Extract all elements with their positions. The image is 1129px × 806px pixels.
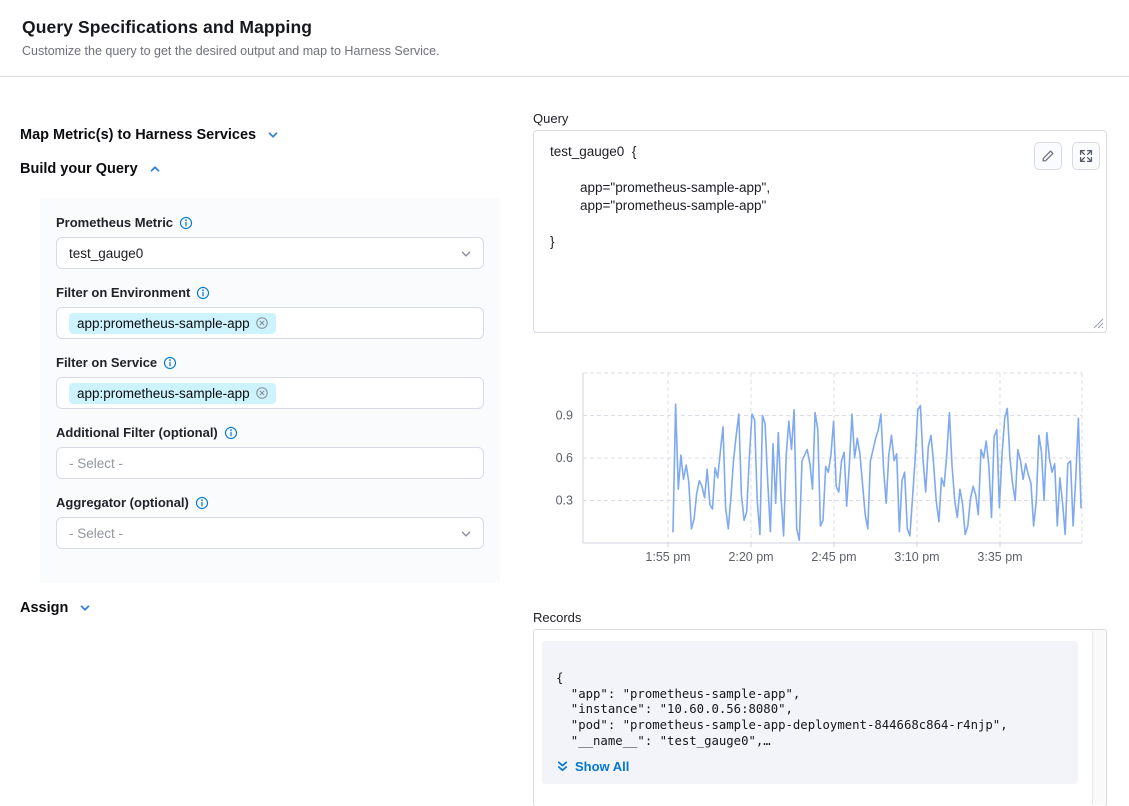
svg-text:1:55 pm: 1:55 pm xyxy=(645,550,690,564)
prometheus-metric-select[interactable]: test_gauge0 xyxy=(56,237,484,269)
show-all-label: Show All xyxy=(575,759,629,774)
section-assign-label: Assign xyxy=(20,600,68,616)
page-title: Query Specifications and Mapping xyxy=(22,17,1107,38)
chevron-down-icon xyxy=(459,527,473,541)
filter-environment-label: Filter on Environment xyxy=(56,285,190,300)
chevron-down-icon xyxy=(266,128,280,142)
record-item: { "app": "prometheus-sample-app", "insta… xyxy=(542,641,1078,784)
double-chevron-down-icon xyxy=(556,760,569,773)
aggregator-select[interactable]: - Select - xyxy=(56,517,484,549)
records-scrollbar[interactable] xyxy=(1092,631,1105,805)
section-build-query-label: Build your Query xyxy=(20,161,138,177)
info-icon[interactable] xyxy=(179,216,193,230)
query-text[interactable]: test_gauge0 { app="prometheus-sample-app… xyxy=(550,143,1036,318)
query-label: Query xyxy=(533,111,568,126)
records-label: Records xyxy=(533,610,581,625)
svg-text:2:20 pm: 2:20 pm xyxy=(728,550,773,564)
section-map-metrics-label: Map Metric(s) to Harness Services xyxy=(20,127,256,143)
info-icon[interactable] xyxy=(163,356,177,370)
fullscreen-icon xyxy=(1078,148,1094,164)
info-icon[interactable] xyxy=(224,426,238,440)
aggregator-label: Aggregator (optional) xyxy=(56,495,189,510)
filter-environment-input[interactable]: app:prometheus-sample-app xyxy=(56,307,484,339)
svg-text:2:45 pm: 2:45 pm xyxy=(811,550,856,564)
chevron-down-icon xyxy=(459,247,473,261)
environment-filter-chip: app:prometheus-sample-app xyxy=(69,313,276,334)
additional-filter-placeholder: - Select - xyxy=(69,456,123,471)
build-query-panel: Prometheus Metric test_gauge0 Filter on … xyxy=(40,198,500,583)
service-filter-chip-label: app:prometheus-sample-app xyxy=(77,386,250,401)
remove-chip-icon[interactable] xyxy=(255,386,269,400)
info-icon[interactable] xyxy=(196,286,210,300)
chevron-up-icon xyxy=(148,162,162,176)
remove-chip-icon[interactable] xyxy=(255,316,269,330)
show-all-link[interactable]: Show All xyxy=(556,759,629,774)
environment-filter-chip-label: app:prometheus-sample-app xyxy=(77,316,250,331)
svg-text:0.6: 0.6 xyxy=(556,451,573,465)
section-build-query[interactable]: Build your Query xyxy=(20,161,162,177)
prometheus-metric-label: Prometheus Metric xyxy=(56,215,173,230)
additional-filter-label: Additional Filter (optional) xyxy=(56,425,218,440)
record-json-text: { "app": "prometheus-sample-app", "insta… xyxy=(556,671,1064,750)
svg-text:0.9: 0.9 xyxy=(556,409,573,423)
aggregator-placeholder: - Select - xyxy=(69,526,123,541)
svg-text:0.3: 0.3 xyxy=(556,494,573,508)
prometheus-metric-value: test_gauge0 xyxy=(69,246,143,261)
service-filter-chip: app:prometheus-sample-app xyxy=(69,383,276,404)
svg-text:3:10 pm: 3:10 pm xyxy=(894,550,939,564)
resize-handle[interactable] xyxy=(1093,318,1104,329)
section-map-metrics[interactable]: Map Metric(s) to Harness Services xyxy=(20,127,280,143)
edit-query-button[interactable] xyxy=(1034,142,1062,170)
metric-chart: 0.3 0.6 0.9 1:55 pm 2:20 pm 2:45 pm 3:10 pm 3:3… xyxy=(533,368,1107,568)
query-editor[interactable]: test_gauge0 { app="prometheus-sample-app… xyxy=(533,130,1107,333)
expand-query-button[interactable] xyxy=(1072,142,1100,170)
page-subtitle: Customize the query to get the desired o… xyxy=(22,44,1107,58)
chevron-down-icon xyxy=(78,601,92,615)
additional-filter-select[interactable]: - Select - xyxy=(56,447,484,479)
filter-service-input[interactable]: app:prometheus-sample-app xyxy=(56,377,484,409)
page-header: Query Specifications and Mapping Customi… xyxy=(0,0,1129,77)
section-assign[interactable]: Assign xyxy=(20,600,92,616)
info-icon[interactable] xyxy=(195,496,209,510)
pencil-icon xyxy=(1040,148,1056,164)
filter-service-label: Filter on Service xyxy=(56,355,157,370)
metric-chart-svg: 0.3 0.6 0.9 1:55 pm 2:20 pm 2:45 pm 3:10 pm 3:3… xyxy=(533,368,1107,568)
svg-text:3:35 pm: 3:35 pm xyxy=(977,550,1022,564)
records-panel: { "app": "prometheus-sample-app", "insta… xyxy=(533,629,1107,806)
query-spec-page: Query Specifications and Mapping Customi… xyxy=(0,0,1129,806)
